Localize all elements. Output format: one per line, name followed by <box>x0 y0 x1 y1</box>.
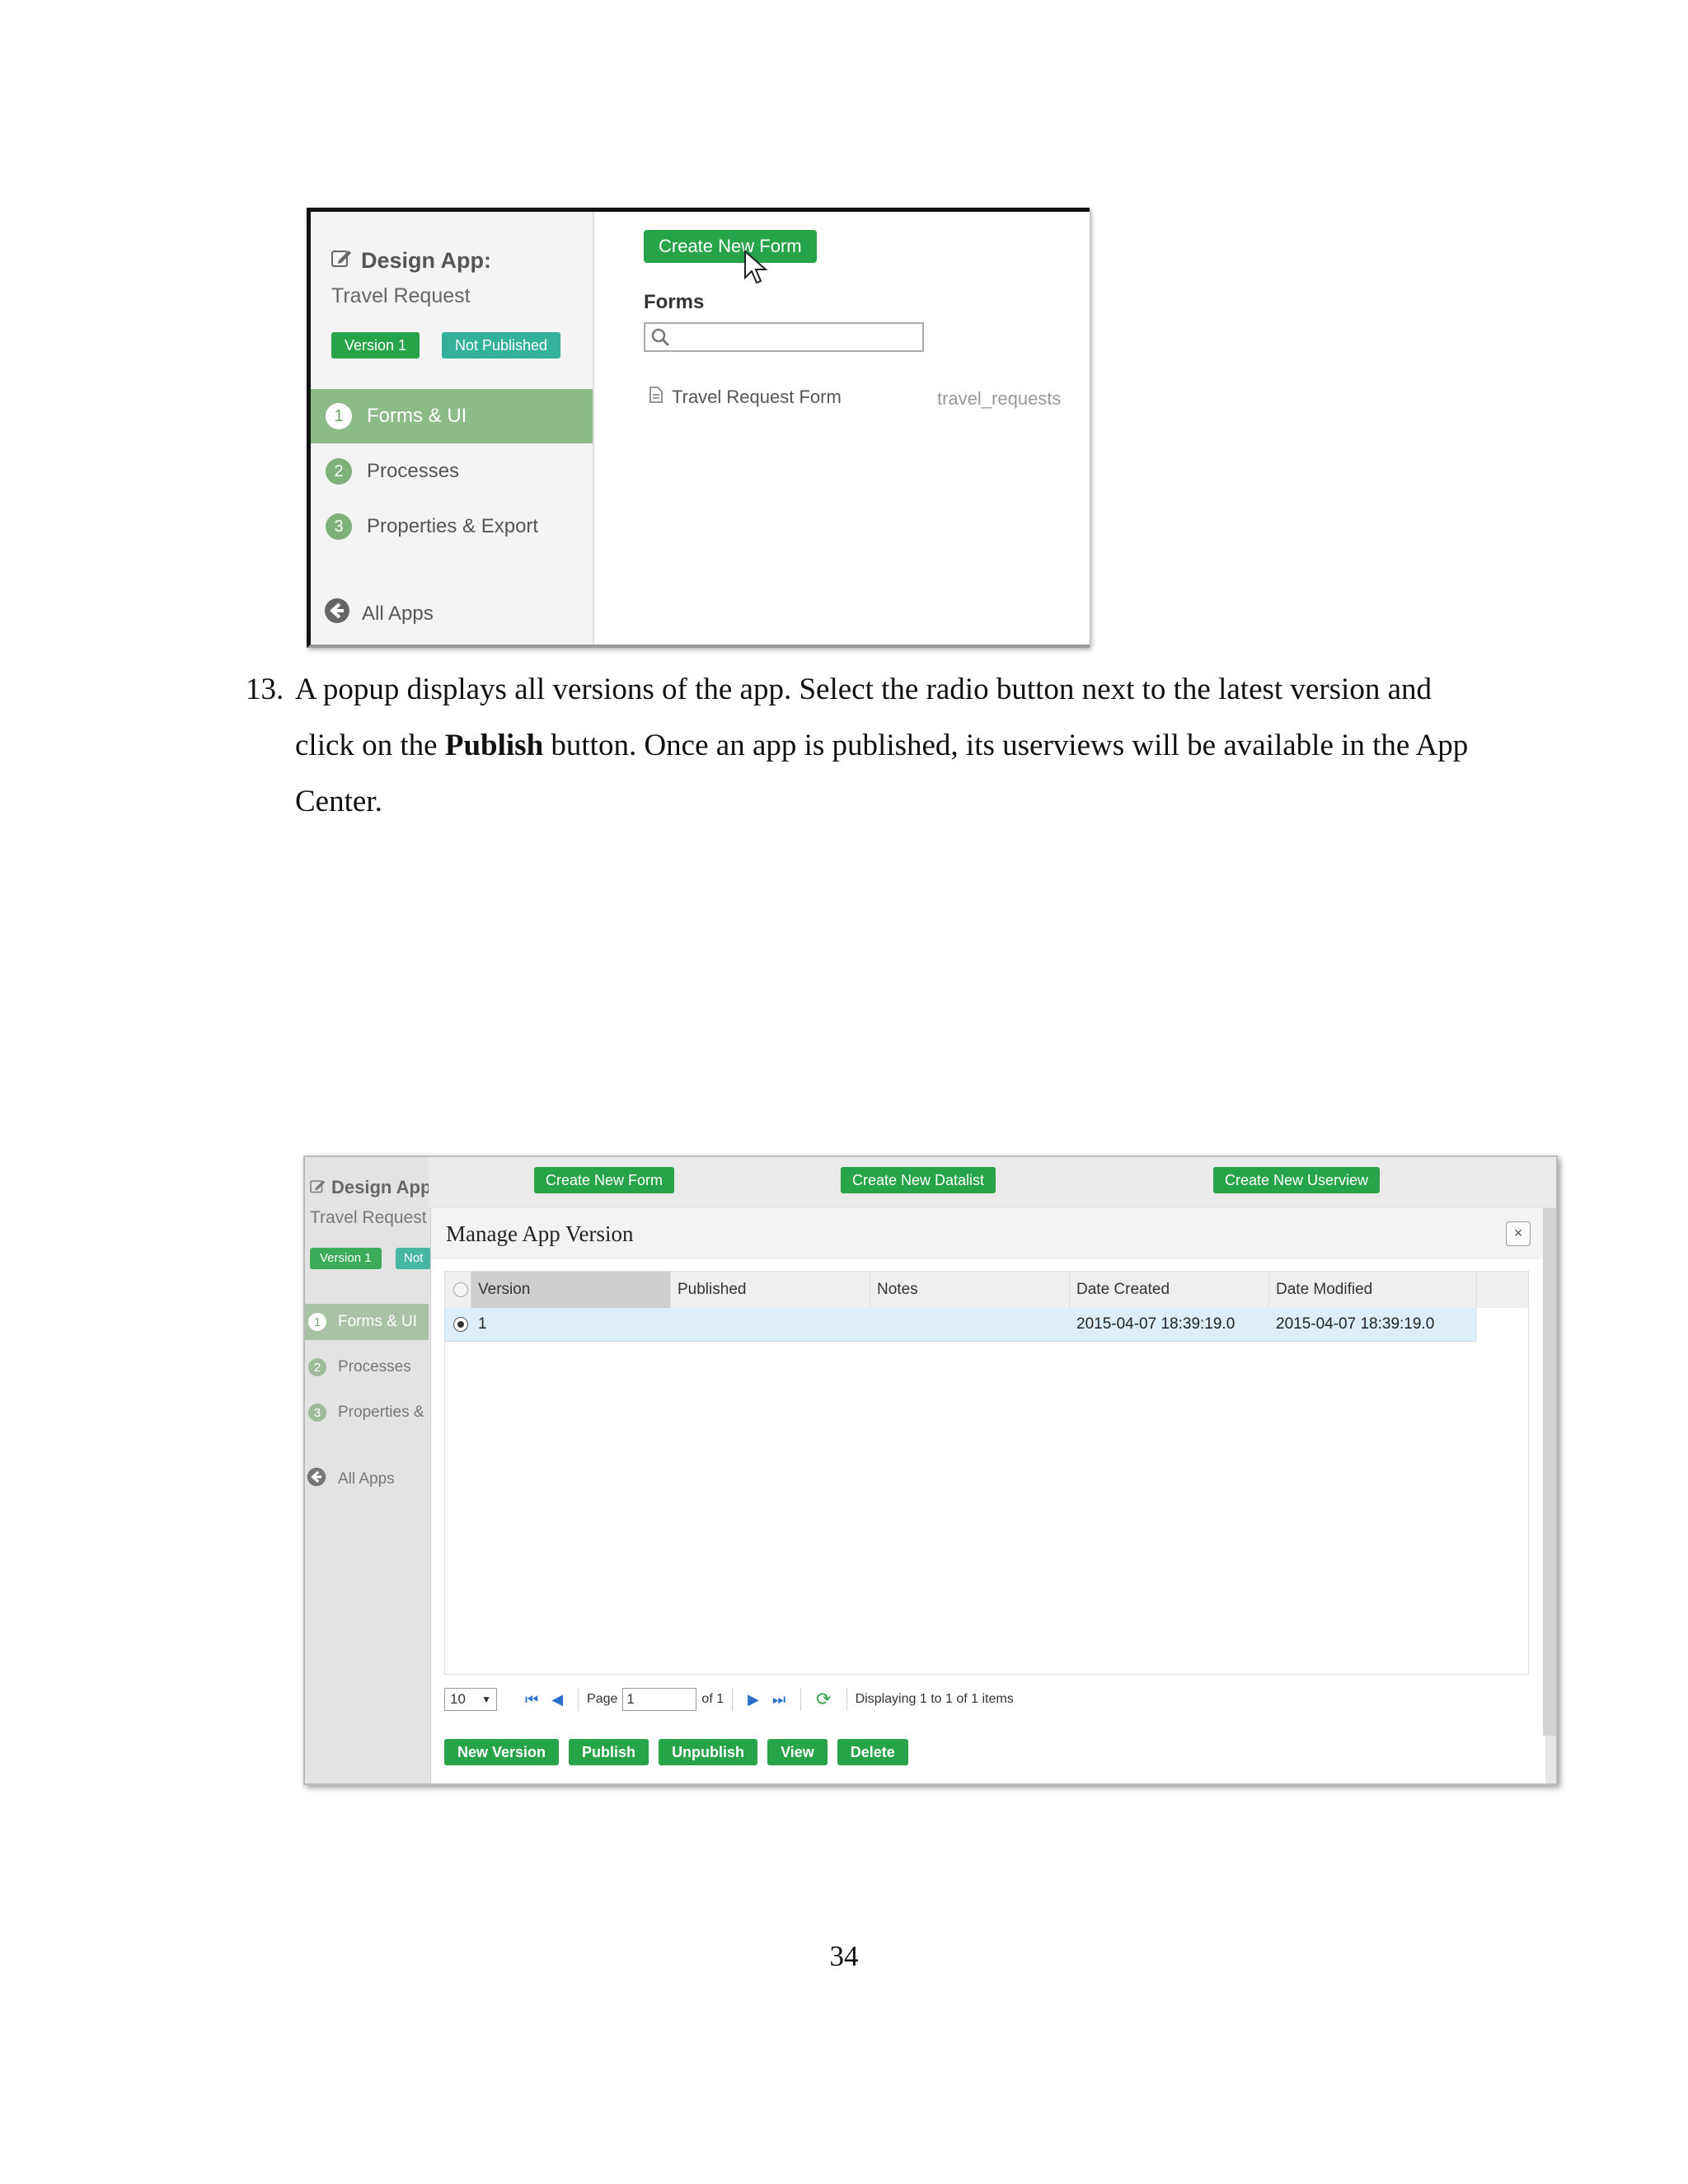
versions-table: Version Published Notes Date Created Dat… <box>444 1271 1529 1675</box>
top-toolbar: Create New Form Create New Datalist Crea… <box>429 1157 1556 1207</box>
sidebar-item-forms-ui[interactable]: 1 Forms & UI <box>305 1304 429 1340</box>
column-published[interactable]: Published <box>671 1272 870 1308</box>
next-page-icon[interactable]: ▶ <box>748 1691 759 1708</box>
refresh-icon[interactable]: ⟳ <box>816 1689 831 1710</box>
last-page-icon[interactable]: ⏭ <box>772 1691 785 1708</box>
cell-notes <box>870 1308 1070 1341</box>
forms-heading: Forms <box>644 291 705 313</box>
design-app-screenshot: Design App: Travel Request Version 1 Not… <box>307 208 1090 648</box>
dialog-title: Manage App Version <box>431 1208 1545 1259</box>
column-version[interactable]: Version <box>471 1272 671 1308</box>
sidebar-item-processes[interactable]: 2 Processes <box>311 444 593 499</box>
divider <box>800 1688 802 1711</box>
column-date-modified[interactable]: Date Modified <box>1269 1272 1477 1308</box>
publish-status-badge[interactable]: Not <box>396 1248 432 1269</box>
form-name: Travel Request Form <box>672 387 842 407</box>
cell-version: 1 <box>478 1315 487 1333</box>
create-new-form-button[interactable]: Create New Form <box>534 1167 675 1193</box>
version-badge[interactable]: Version 1 <box>331 332 420 359</box>
create-new-form-button[interactable]: Create New Form <box>644 230 817 263</box>
step-number: 2 <box>326 458 352 485</box>
scrollbar[interactable] <box>1543 1208 1556 1736</box>
step-number: 3 <box>308 1404 326 1422</box>
display-status: Displaying 1 to 1 of 1 items <box>855 1692 1014 1706</box>
app-sidebar: Design App: Travel Request Version 1 Not… <box>305 1157 438 1783</box>
previous-page-icon[interactable]: ◀ <box>551 1691 563 1708</box>
sidebar-item-label: Forms & UI <box>367 405 467 427</box>
new-version-button[interactable]: New Version <box>444 1739 560 1765</box>
back-arrow-icon <box>307 1467 326 1492</box>
manage-app-version-dialog: Manage App Version × Version Published N… <box>430 1208 1545 1783</box>
step-text: A popup displays all versions of the app… <box>295 673 1469 818</box>
design-app-title: Design App: <box>331 248 491 274</box>
view-button[interactable]: View <box>767 1739 828 1765</box>
page-size-select[interactable]: 10 ▼ <box>444 1688 497 1711</box>
sidebar-item-label: Properties & <box>338 1404 424 1421</box>
column-date-created[interactable]: Date Created <box>1070 1272 1269 1308</box>
delete-button[interactable]: Delete <box>837 1739 908 1765</box>
chevron-down-icon: ▼ <box>481 1694 491 1705</box>
publish-button[interactable]: Publish <box>569 1739 649 1765</box>
unpublish-button[interactable]: Unpublish <box>659 1739 758 1765</box>
sidebar-item-forms-ui[interactable]: 1 Forms & UI <box>311 389 593 443</box>
version-radio[interactable] <box>453 1317 468 1332</box>
step-number: 3 <box>326 513 352 540</box>
sidebar-item-label: Properties & Export <box>367 515 539 537</box>
divider <box>732 1688 734 1711</box>
sidebar-item-processes[interactable]: 2 Processes <box>305 1349 429 1385</box>
edit-icon <box>331 248 353 274</box>
step-number: 1 <box>326 403 352 429</box>
version-badge[interactable]: Version 1 <box>310 1248 382 1269</box>
form-list-item[interactable]: Travel Request Form <box>649 387 842 408</box>
page-label: Page <box>587 1692 618 1706</box>
action-buttons: New Version Publish Unpublish View Delet… <box>444 1739 908 1765</box>
app-sidebar: Design App: Travel Request Version 1 Not… <box>311 212 594 644</box>
table-row[interactable]: 1 2015-04-07 18:39:19.0 2015-04-07 18:39… <box>445 1308 1477 1342</box>
mouse-cursor-icon <box>743 249 771 290</box>
select-all-column <box>445 1272 471 1308</box>
page-number: 34 <box>829 1940 859 1972</box>
page-number-input[interactable]: 1 <box>622 1688 697 1711</box>
app-name: Travel Request <box>310 1208 427 1227</box>
column-notes[interactable]: Notes <box>870 1272 1070 1308</box>
table-header: Version Published Notes Date Created Dat… <box>445 1272 1528 1308</box>
step-number: 13. <box>246 673 284 706</box>
page-count: of 1 <box>701 1692 724 1706</box>
publish-emphasis: Publish <box>444 729 544 762</box>
sidebar-item-properties-export[interactable]: 3 Properties & <box>305 1394 429 1431</box>
forms-search-input[interactable] <box>644 322 924 352</box>
publish-status-badge[interactable]: Not Published <box>442 332 561 359</box>
cell-published <box>671 1308 870 1341</box>
search-icon <box>650 327 670 351</box>
pagination-bar: 10 ▼ ⏮ ◀ Page 1 of 1 ▶ ⏭ ⟳ Displaying 1 … <box>444 1685 1014 1714</box>
first-page-icon[interactable]: ⏮ <box>525 1691 538 1708</box>
instruction-step: 13. A popup displays all versions of the… <box>246 662 1482 830</box>
header-radio <box>453 1282 468 1297</box>
sidebar-item-label: Forms & UI <box>338 1313 418 1330</box>
manage-app-version-screenshot: Design App: Travel Request Version 1 Not… <box>303 1155 1558 1785</box>
all-apps-link[interactable]: All Apps <box>324 598 434 630</box>
sidebar-item-label: Processes <box>338 1358 411 1376</box>
sidebar-item-label: Processes <box>367 460 460 482</box>
document-icon <box>649 387 663 408</box>
create-new-userview-button[interactable]: Create New Userview <box>1213 1167 1381 1193</box>
all-apps-link[interactable]: All Apps <box>307 1467 395 1492</box>
divider <box>846 1688 847 1711</box>
step-number: 1 <box>308 1313 326 1331</box>
create-new-datalist-button[interactable]: Create New Datalist <box>841 1167 996 1193</box>
design-app-title: Design App: <box>310 1177 438 1198</box>
cell-date-created: 2015-04-07 18:39:19.0 <box>1076 1315 1236 1333</box>
step-number: 2 <box>308 1358 326 1376</box>
divider <box>578 1688 579 1711</box>
form-table-name: travel_requests <box>937 388 1062 409</box>
edit-icon <box>310 1177 326 1198</box>
close-icon[interactable]: × <box>1506 1221 1531 1246</box>
sidebar-item-properties-export[interactable]: 3 Properties & Export <box>311 499 593 554</box>
app-name: Travel Request <box>331 284 471 307</box>
back-arrow-icon <box>324 598 350 630</box>
cell-date-modified: 2015-04-07 18:39:19.0 <box>1276 1315 1435 1333</box>
